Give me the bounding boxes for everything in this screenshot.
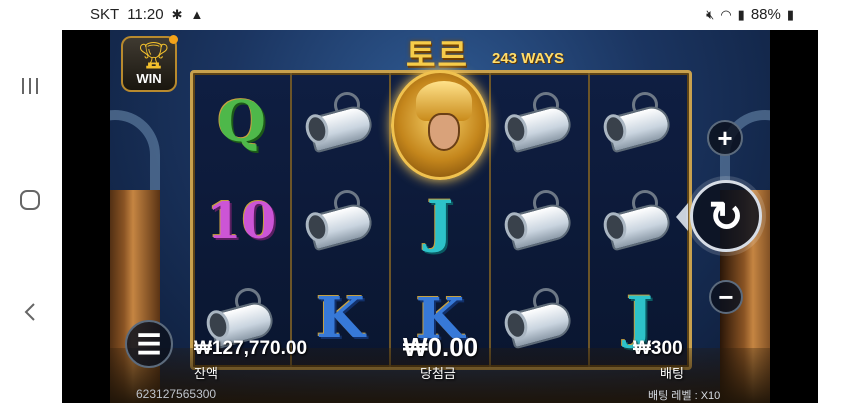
menu-button[interactable]: ☰ — [125, 320, 173, 368]
symbol-horn — [491, 73, 588, 171]
clock: 11:20 — [127, 6, 164, 23]
bet-value[interactable]: ₩300 — [633, 338, 683, 360]
decrease-bet-button[interactable]: − — [709, 280, 743, 314]
status-bar: SKT 11:20 ✱ ▲ 🔇︎ ◠ ▮ 88% ▮ — [62, 0, 818, 30]
battery-percent: 88% — [750, 6, 781, 23]
mute-icon: 🔇︎ — [706, 6, 715, 22]
balance-label: 잔액 — [194, 366, 218, 381]
reel-1: Q 10 — [193, 73, 292, 367]
symbol-horn — [590, 73, 689, 171]
session-id: 623127565300 — [136, 387, 217, 401]
back-icon[interactable] — [16, 298, 44, 326]
reel-3: J K — [391, 70, 491, 367]
win-label: 당첨금 — [420, 366, 456, 381]
notification-dot — [169, 35, 178, 44]
wifi-icon: ◠ — [720, 6, 732, 22]
signal-icon: ▮ — [737, 6, 745, 22]
increase-bet-button[interactable]: + — [707, 120, 743, 156]
reel-5: J — [590, 73, 689, 367]
carrier-label: SKT — [90, 6, 120, 23]
win-value: ₩0.00 — [403, 332, 479, 362]
win-button-label: WIN — [136, 71, 162, 86]
symbol-thor — [391, 70, 489, 180]
bet-label: 배팅 — [660, 366, 684, 381]
bug-icon: ✱ — [171, 6, 183, 22]
symbol-horn — [590, 171, 689, 269]
symbol-j: J — [426, 188, 454, 255]
reel-4 — [491, 73, 590, 367]
trophy-icon: 🏆︎ — [137, 40, 171, 70]
reel-2: K — [292, 73, 391, 367]
recent-apps-icon[interactable] — [16, 72, 44, 100]
ways-label: 243 WAYS — [492, 50, 564, 67]
win-trophy-button[interactable]: 🏆︎ WIN — [121, 35, 178, 92]
symbol-horn — [491, 171, 588, 269]
balance-value: ₩127,770.00 — [194, 338, 308, 359]
reels-grid: Q 10 K J K J — [190, 70, 692, 370]
symbol-q: Q — [217, 89, 266, 155]
android-nav-bar — [0, 0, 62, 403]
symbol-horn — [292, 73, 389, 171]
bet-level: 배팅 레벨 : X10 — [648, 390, 721, 402]
home-icon[interactable] — [16, 186, 44, 214]
symbol-horn — [292, 171, 389, 269]
spin-arrow-icon — [676, 203, 688, 231]
right-padding — [818, 0, 850, 403]
slot-game: 🏆︎ WIN 토르 243 WAYS Q 10 K J K J + ↻ − ☰ … — [110, 30, 770, 403]
alert-icon: ▲ — [190, 7, 204, 22]
battery-icon: ▮ — [786, 6, 794, 22]
spin-button[interactable]: ↻ — [690, 180, 762, 252]
symbol-10: 10 — [206, 190, 277, 250]
